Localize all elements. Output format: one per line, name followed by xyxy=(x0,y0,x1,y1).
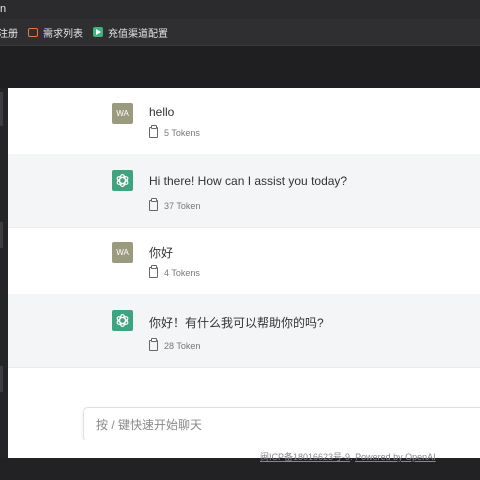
message-text: hello xyxy=(149,105,175,119)
bookmark-requirements[interactable]: 需求列表 xyxy=(28,25,83,40)
message-text: Hi there! How can I assist you today? xyxy=(149,174,348,188)
bookmarks-bar: 注册 需求列表 充值渠道配置 xyxy=(0,19,480,46)
openai-logo-icon xyxy=(112,170,133,191)
chat-message-user: WA 你好 4 Tokens xyxy=(8,227,480,295)
clipboard-icon xyxy=(149,265,158,278)
bracket-icon xyxy=(28,27,38,37)
clipboard-icon xyxy=(149,125,158,138)
bookmark-recharge-config[interactable]: 充值渠道配置 xyxy=(93,25,168,40)
token-label: 4 Tokens xyxy=(164,267,200,278)
play-icon xyxy=(93,27,103,37)
token-label: 5 Tokens xyxy=(164,127,200,138)
sidebar-mark xyxy=(0,366,3,392)
sidebar-mark xyxy=(0,222,3,248)
token-count: 37 Token xyxy=(149,198,201,211)
sidebar-collapsed xyxy=(0,88,8,458)
user-avatar: WA xyxy=(112,242,133,263)
chat-input[interactable] xyxy=(94,408,478,441)
chat-message-assistant: Hi there! How can I assist you today? 37… xyxy=(8,154,480,228)
token-count: 4 Tokens xyxy=(149,265,200,278)
window-title: n xyxy=(0,3,7,15)
bookmark-label: 注册 xyxy=(0,28,18,40)
bookmark-label: 充值渠道配置 xyxy=(108,28,168,40)
message-text: 你好 xyxy=(149,246,174,260)
chat-panel: WA hello 5 Tokens Hi there! How can I as… xyxy=(8,88,480,458)
sidebar-mark xyxy=(0,92,3,126)
footer: 闽ICP备18016623号-9. Powered by OpenAI xyxy=(260,450,436,463)
chat-message-assistant: 你好！有什么我可以帮助你的吗? 28 Token xyxy=(8,294,480,368)
chat-message-user: WA hello 5 Tokens xyxy=(8,88,480,155)
token-count: 5 Tokens xyxy=(149,125,200,138)
chat-input-box[interactable] xyxy=(83,407,480,442)
bookmark-register[interactable]: 注册 xyxy=(0,25,18,40)
icp-link[interactable]: 闽ICP备18016623号-9 xyxy=(260,452,350,462)
window-titlebar: n xyxy=(0,0,480,19)
powered-by-link[interactable]: Powered by OpenAI xyxy=(355,452,436,462)
token-label: 28 Token xyxy=(164,340,201,351)
user-avatar: WA xyxy=(112,103,133,124)
bookmark-label: 需求列表 xyxy=(43,28,83,40)
message-text: 你好！有什么我可以帮助你的吗? xyxy=(149,316,324,330)
token-count: 28 Token xyxy=(149,338,201,351)
token-label: 37 Token xyxy=(164,200,201,211)
openai-logo-icon xyxy=(112,310,133,331)
clipboard-icon xyxy=(149,198,158,211)
browser-chrome-gap xyxy=(0,46,480,88)
clipboard-icon xyxy=(149,338,158,351)
